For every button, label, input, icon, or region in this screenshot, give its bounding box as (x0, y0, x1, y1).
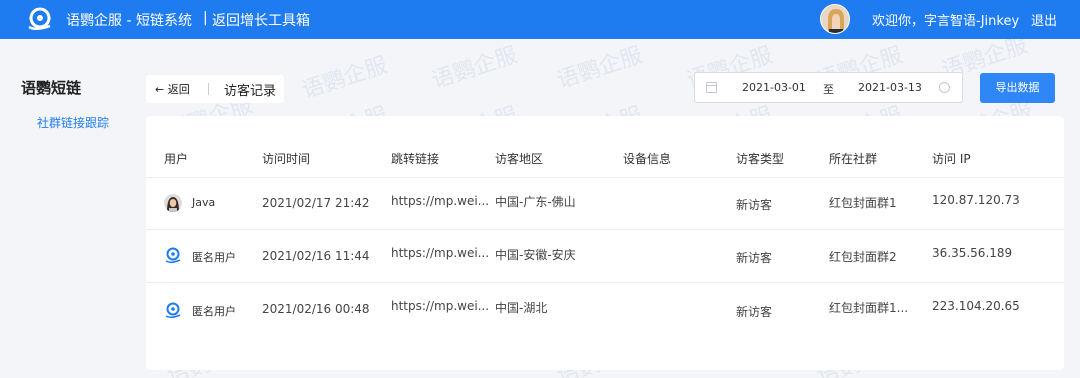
column-header-region: 访客地区 (495, 152, 544, 166)
page-title: 访客记录 (224, 84, 277, 99)
title-separator: | (203, 10, 208, 26)
group-name: 红包封面群2 (829, 250, 897, 264)
top-bar: 语鹦企服 - 短链系统 | 返回增长工具箱 欢迎你，字言智语-Jinkey 退出 (0, 0, 1080, 39)
visitor-ip: 120.87.120.73 (932, 193, 1020, 207)
column-header-device: 设备信息 (623, 152, 672, 166)
watermark: 语鹦企服 (554, 42, 646, 94)
user-name: 匿名用户 (192, 305, 236, 318)
back-button-label: 返回 (167, 83, 190, 96)
export-data-button[interactable]: 导出数据 (980, 73, 1055, 103)
visitor-region: 中国-广东-佛山 (495, 195, 576, 209)
welcome-text: 欢迎你，字言智语-Jinkey (872, 14, 1020, 29)
column-header-visitor-type: 访客类型 (736, 152, 785, 166)
clear-icon[interactable] (939, 82, 950, 93)
anonymous-logo-icon (165, 247, 181, 264)
column-header-link: 跳转链接 (391, 152, 440, 166)
date-start[interactable]: 2021-03-01 (742, 81, 806, 94)
watermark: 语鹦企服 (299, 52, 391, 104)
table-row[interactable]: 匿名用户 2021/02/16 11:44 https://mp.wei... … (146, 230, 1064, 282)
arrow-left-icon: ← (155, 83, 165, 96)
visitor-type: 新访客 (736, 305, 773, 319)
visitor-ip: 36.35.56.189 (932, 246, 1013, 260)
breadcrumb: ← 返回 访客记录 (146, 75, 284, 103)
logo-icon (28, 7, 51, 30)
back-to-toolbox-link[interactable]: 返回增长工具箱 (212, 10, 310, 30)
anonymous-logo-icon (165, 302, 181, 319)
avatar (164, 194, 182, 212)
column-header-user: 用户 (164, 152, 189, 166)
back-button[interactable]: ← 返回 (155, 81, 190, 97)
sidebar: 语鹦短链 社群链接跟踪 (0, 39, 138, 378)
date-range-picker[interactable]: 2021-03-01 至 2021-03-13 (694, 72, 963, 103)
visit-time: 2021/02/16 00:48 (262, 302, 370, 316)
visitor-region: 中国-湖北 (495, 301, 548, 315)
divider (208, 83, 209, 95)
user-photo-icon (164, 194, 182, 212)
avatar-photo-icon (821, 5, 849, 33)
redirect-link[interactable]: https://mp.wei... (391, 194, 489, 208)
table-row[interactable]: 匿名用户 2021/02/16 00:48 https://mp.wei... … (146, 283, 1064, 335)
user-name: Java (192, 196, 216, 209)
group-name: 红包封面群1 (829, 196, 897, 210)
table-row[interactable]: Java 2021/02/17 21:42 https://mp.wei... … (146, 178, 1064, 230)
column-header-ip: 访问 IP (932, 152, 971, 166)
sidebar-item-group-link-tracking[interactable]: 社群链接跟踪 (37, 114, 109, 131)
group-name: 红包封面群1... (829, 301, 909, 315)
visitor-table: 用户 访问时间 跳转链接 访客地区 设备信息 访客类型 所在社群 访问 IP J… (146, 116, 1064, 370)
calendar-icon (706, 82, 717, 93)
user-name: 匿名用户 (192, 251, 236, 264)
logout-link[interactable]: 退出 (1031, 10, 1057, 29)
sidebar-title: 语鹦短链 (21, 79, 82, 97)
column-header-visit-time: 访问时间 (262, 152, 311, 166)
redirect-link[interactable]: https://mp.wei... (391, 299, 489, 313)
date-range-separator: 至 (823, 83, 834, 96)
visitor-type: 新访客 (736, 198, 773, 212)
visitor-region: 中国-安徽-安庆 (495, 248, 576, 262)
date-end[interactable]: 2021-03-13 (858, 81, 922, 94)
visitor-type: 新访客 (736, 251, 773, 265)
redirect-link[interactable]: https://mp.wei... (391, 246, 489, 260)
visit-time: 2021/02/16 11:44 (262, 249, 370, 263)
user-avatar[interactable] (820, 4, 850, 34)
watermark: 语鹦企服 (429, 42, 521, 94)
column-header-group: 所在社群 (829, 152, 878, 166)
app-title: 语鹦企服 - 短链系统 (66, 13, 192, 29)
visit-time: 2021/02/17 21:42 (262, 196, 370, 210)
visitor-ip: 223.104.20.65 (932, 299, 1020, 313)
